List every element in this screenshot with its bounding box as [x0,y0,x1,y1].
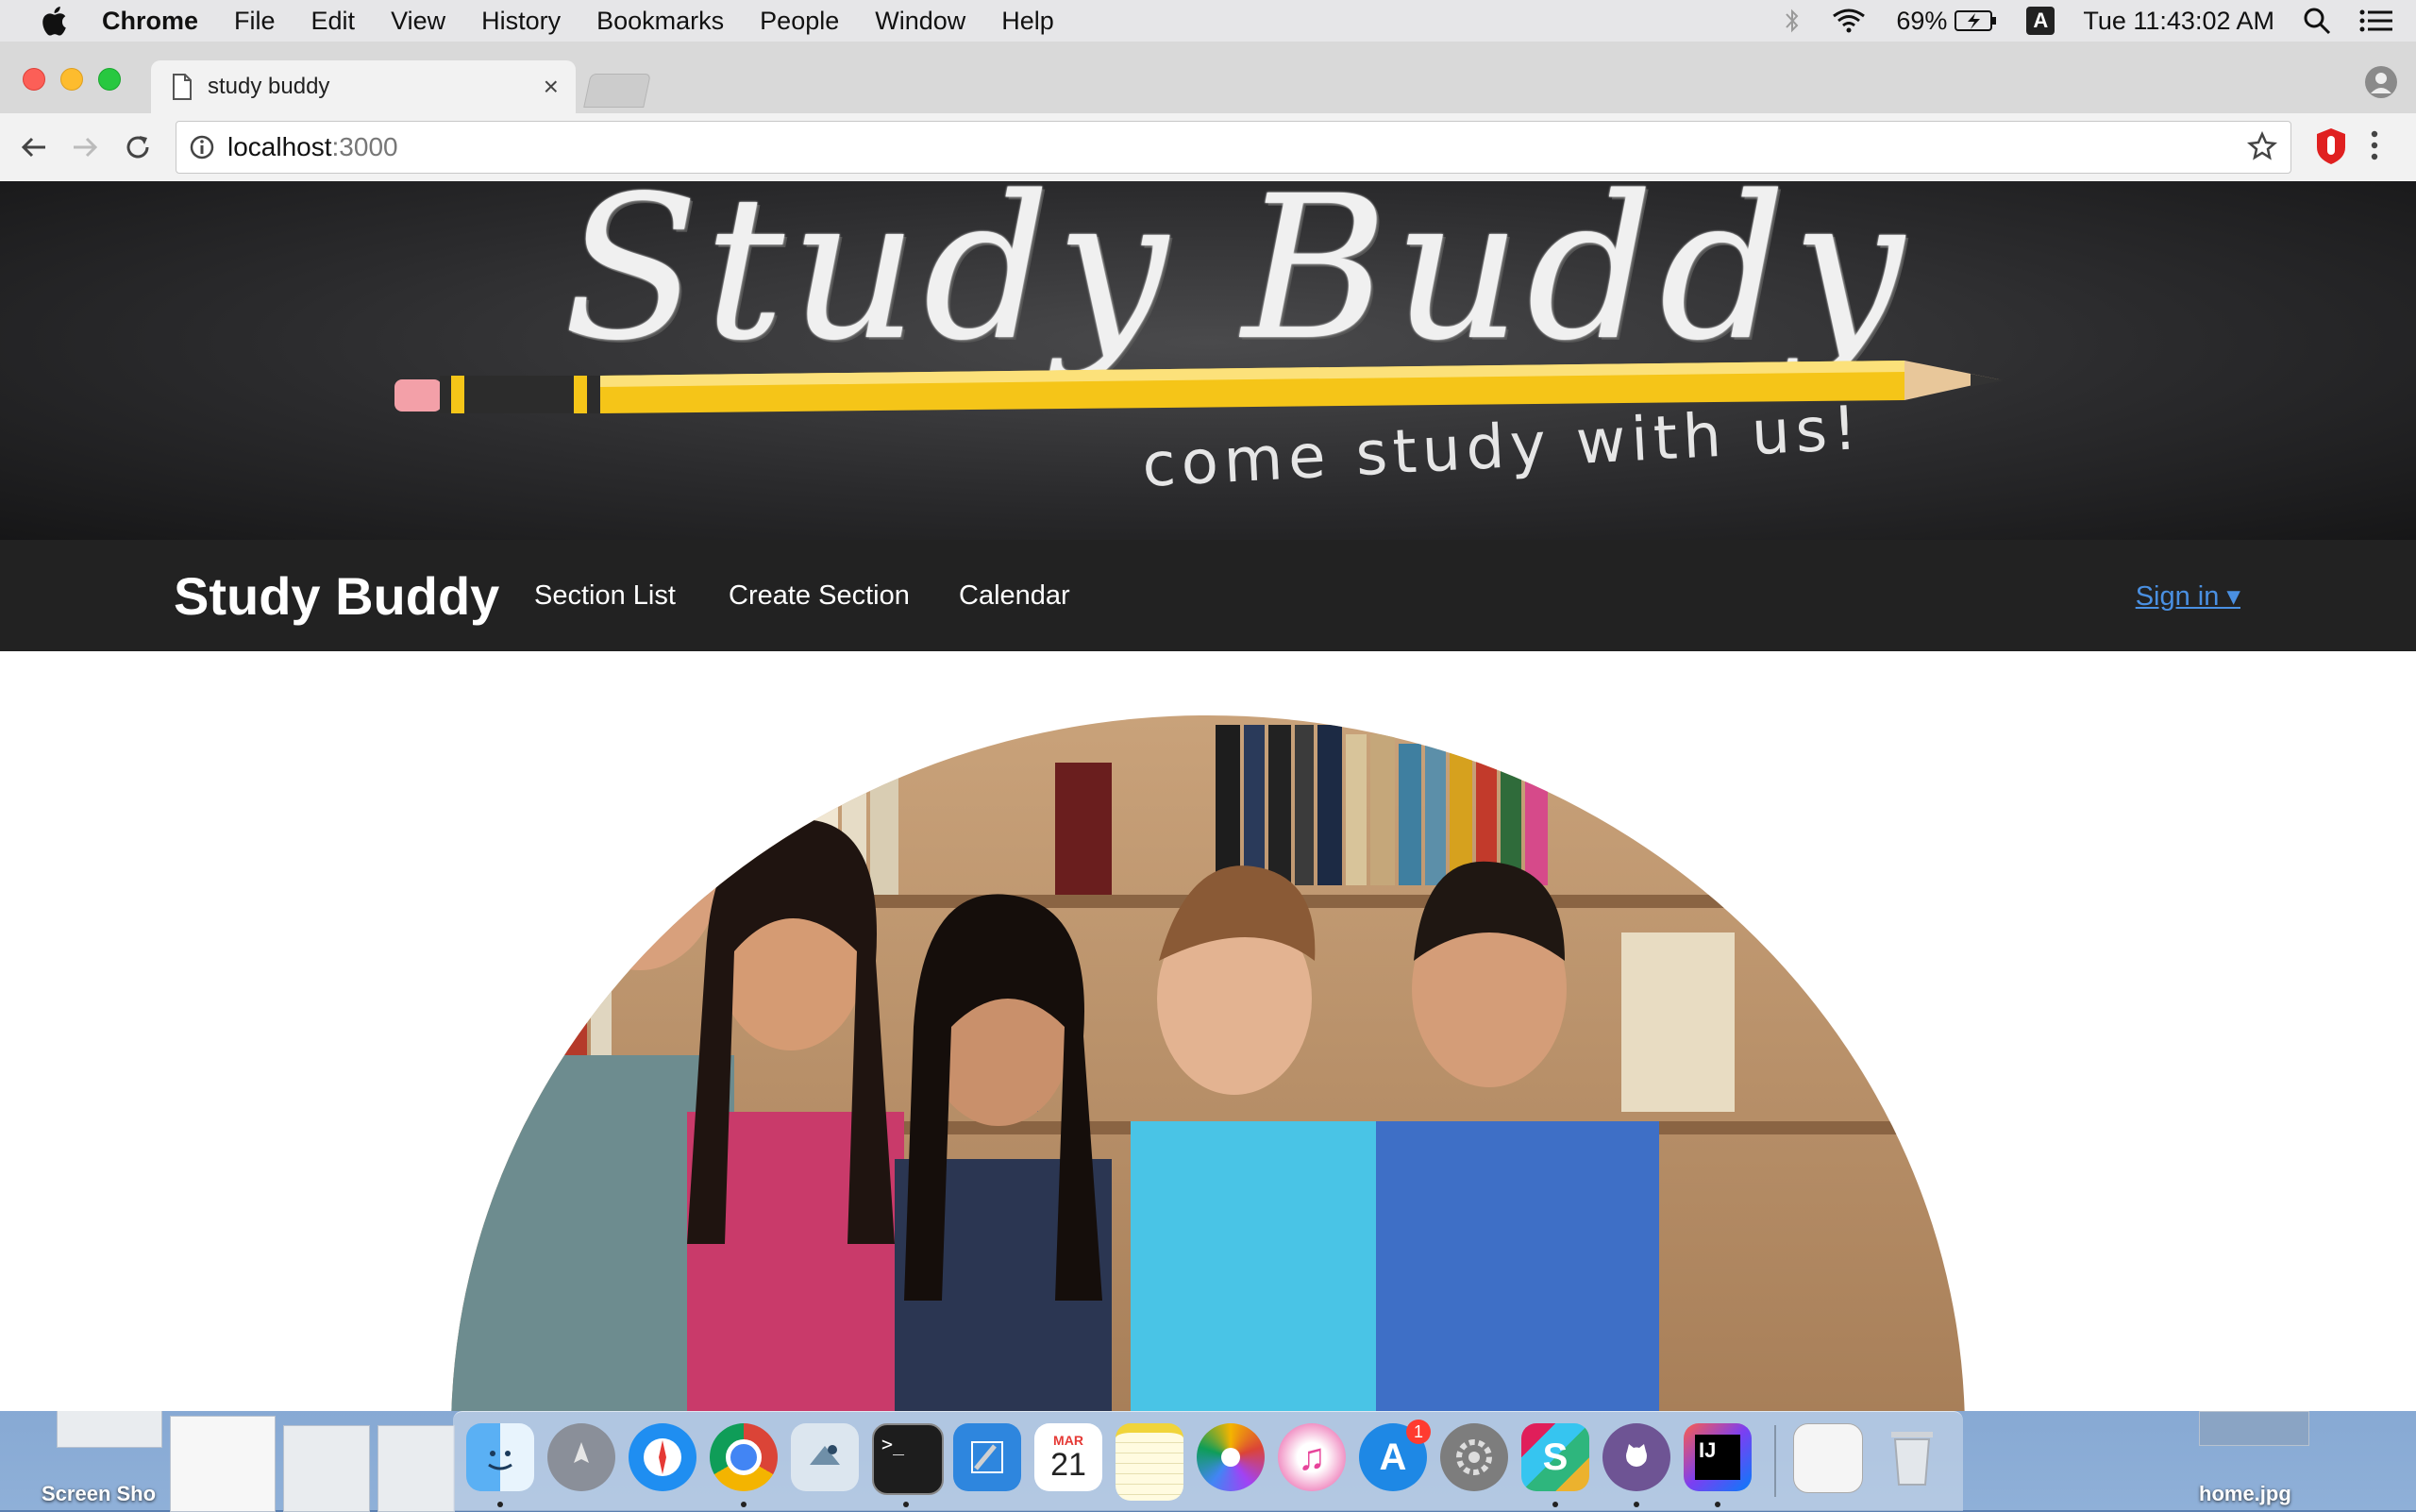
menu-edit[interactable]: Edit [311,7,356,36]
menu-file[interactable]: File [234,7,276,36]
chrome-icon-center [726,1439,762,1475]
dock-divider [1774,1425,1776,1497]
desktop-file-label[interactable]: Screen Sho [42,1482,156,1506]
bookmark-star-icon[interactable] [2247,131,2277,161]
back-button[interactable] [15,128,53,166]
preview-icon[interactable] [1793,1423,1863,1493]
bluetooth-icon[interactable] [1783,7,1802,35]
profile-icon[interactable] [2365,66,2397,98]
site-info-icon[interactable] [188,133,216,161]
chrome-menu-icon[interactable] [2367,126,2382,164]
photos-icon-center [1221,1448,1240,1467]
trash-icon[interactable] [1878,1423,1946,1491]
running-indicator [741,1502,747,1507]
menu-view[interactable]: View [391,7,445,36]
running-indicator [1715,1502,1720,1507]
chrome-icon[interactable] [710,1423,778,1491]
apple-icon[interactable] [38,2,74,40]
tab-study-buddy[interactable]: study buddy × [151,60,576,113]
running-indicator [1634,1502,1639,1507]
intellij-icon[interactable]: IJ [1684,1423,1752,1491]
menu-window[interactable]: Window [875,7,965,36]
safari-icon[interactable] [629,1423,696,1491]
menu-people[interactable]: People [760,7,839,36]
intellij-inner: IJ [1695,1435,1740,1480]
github-icon[interactable] [1602,1423,1670,1491]
terminal-prompt-text: >_ [881,1433,905,1455]
web-page: Study Buddy come study with us! Study Bu… [0,181,2416,1411]
hero-banner: Study Buddy come study with us! [0,181,2416,540]
nav-calendar[interactable]: Calendar [959,580,1070,612]
browser-window: study buddy × localhost:3000 Study Buddy [0,42,2416,1411]
dock: >_ MAR 21 ♫ A 1 S IJ [453,1411,1963,1511]
menu-clock[interactable]: Tue 11:43:02 AM [2083,7,2274,36]
input-source-letter: A [2026,7,2055,35]
sign-in-dropdown[interactable]: Sign in ▾ [2136,580,2240,613]
menu-bar: Chrome File Edit View History Bookmarks … [0,0,2416,42]
menu-history[interactable]: History [481,7,561,36]
xcode-icon[interactable] [953,1423,1021,1491]
nav-section-list[interactable]: Section List [534,580,676,612]
tab-close-icon[interactable]: × [544,72,559,102]
menu-bookmarks[interactable]: Bookmarks [596,7,724,36]
mail-icon[interactable] [791,1423,859,1491]
url-host: localhost [227,132,332,161]
calendar-day: 21 [1050,1447,1086,1483]
intellij-letters: IJ [1699,1438,1717,1462]
tab-title: study buddy [208,74,330,99]
running-indicator [497,1502,503,1507]
running-indicator [903,1502,909,1507]
forward-button[interactable] [66,128,104,166]
desktop-file-thumbnail[interactable] [170,1416,276,1512]
window-zoom-button[interactable] [98,68,121,91]
extension-shield-icon[interactable] [2314,126,2348,166]
navbar-brand[interactable]: Study Buddy [174,565,499,627]
tab-strip: study buddy × [0,42,2416,113]
app-store-badge: 1 [1406,1420,1431,1444]
input-source-icon[interactable]: A [2026,7,2055,35]
nav-create-section[interactable]: Create Section [729,580,910,612]
students-photo [451,715,1965,1411]
system-preferences-icon[interactable] [1440,1423,1508,1491]
desktop-file-thumbnail[interactable] [378,1425,455,1512]
address-bar[interactable]: localhost:3000 [176,121,2291,174]
spotlight-search-icon[interactable] [2303,7,2331,35]
battery-percent[interactable]: 69% [1896,7,1947,36]
desktop-file-thumbnail[interactable] [57,1408,162,1448]
url-port: :3000 [331,132,398,161]
running-indicator [1552,1502,1558,1507]
desktop-file-label[interactable]: home.jpg [2199,1482,2291,1506]
slack-icon[interactable]: S [1521,1423,1589,1491]
page-icon [173,74,192,100]
itunes-icon[interactable]: ♫ [1278,1423,1346,1491]
desktop-file-thumbnail[interactable] [2199,1411,2309,1446]
notification-center-icon[interactable] [2359,8,2393,33]
calendar-month: MAR [1053,1433,1083,1448]
menu-help[interactable]: Help [1001,7,1054,36]
slack-letter: S [1542,1436,1569,1478]
browser-toolbar: localhost:3000 [0,113,2416,182]
launchpad-icon[interactable] [547,1423,615,1491]
calendar-icon[interactable]: MAR 21 [1034,1423,1102,1491]
desktop-file-thumbnail[interactable] [283,1425,370,1512]
wifi-icon[interactable] [1830,7,1868,35]
site-navbar: Study Buddy Section List Create Section … [0,540,2416,651]
window-close-button[interactable] [23,68,45,91]
battery-charging-icon[interactable] [1955,8,1998,33]
window-minimize-button[interactable] [60,68,83,91]
menu-app-chrome[interactable]: Chrome [102,7,198,36]
photos-icon[interactable] [1197,1423,1265,1491]
finder-icon[interactable] [466,1423,534,1491]
new-tab-button[interactable] [583,74,651,108]
notes-icon[interactable] [1116,1423,1183,1501]
reload-button[interactable] [119,128,157,166]
terminal-icon[interactable]: >_ [872,1423,944,1495]
